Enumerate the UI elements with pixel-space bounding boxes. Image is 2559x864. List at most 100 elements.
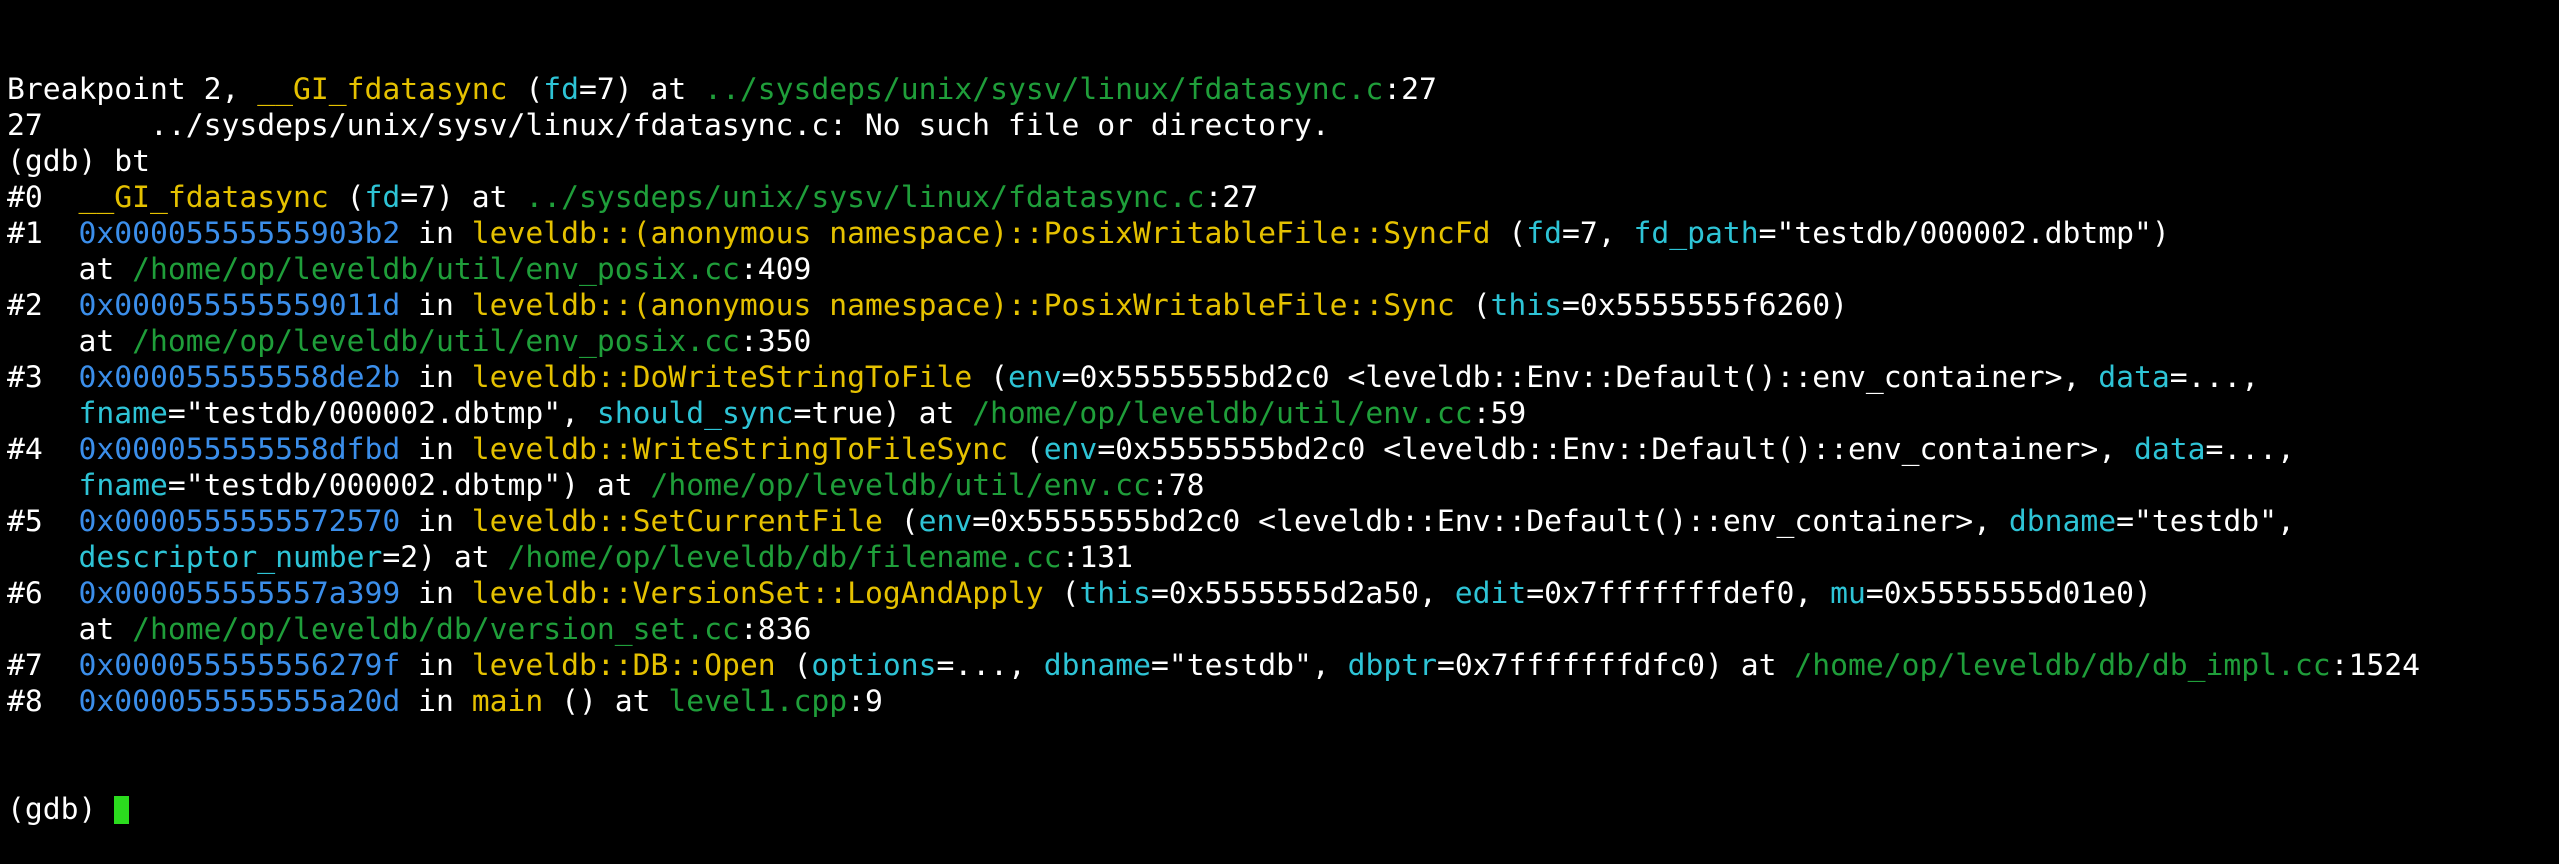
output-text: in <box>400 216 472 251</box>
output-text: ( <box>507 72 544 107</box>
output-text: at <box>7 324 133 359</box>
output-text: :1524 <box>2330 648 2420 683</box>
source-path: /home/op/leveldb/db/filename.cc <box>507 540 1062 575</box>
parameter-name: this <box>1079 576 1151 611</box>
parameter-name: fd <box>543 72 579 107</box>
source-path: ../sysdeps/unix/sysv/linux/fdatasync.c <box>525 180 1205 215</box>
source-path: /home/op/leveldb/util/env.cc <box>972 396 1473 431</box>
output-line: #3 0x000055555558de2b in leveldb::DoWrit… <box>7 360 2559 396</box>
prompt-line[interactable]: (gdb) <box>7 792 2559 828</box>
output-line: #8 0x000055555555a20d in main () at leve… <box>7 684 2559 720</box>
frame-address: 0x000055555559011d <box>78 288 401 323</box>
output-line: #1 0x00005555555903b2 in leveldb::(anony… <box>7 216 2559 252</box>
output-text: =7) at <box>400 180 526 215</box>
output-text: #7 <box>7 648 79 683</box>
output-text: =0x5555555bd2c0 <leveldb::Env::Default()… <box>1097 432 2134 467</box>
output-line: fname="testdb/000002.dbtmp") at /home/op… <box>7 468 2559 504</box>
output-text: in <box>400 684 472 719</box>
parameter-name: dbptr <box>1347 648 1437 683</box>
output-text: ( <box>1007 432 1044 467</box>
output-text: =0x5555555d2a50, <box>1150 576 1455 611</box>
function-name: __GI_fdatasync <box>78 180 329 215</box>
output-line: #2 0x000055555559011d in leveldb::(anony… <box>7 288 2559 324</box>
output-text: #3 <box>7 360 79 395</box>
output-text: at <box>7 612 133 647</box>
output-text: =0x5555555f6260) <box>1562 288 1849 323</box>
output-text: in <box>400 648 472 683</box>
parameter-name: this <box>1490 288 1563 323</box>
parameter-name: fname <box>78 468 168 503</box>
function-name: __GI_fdatasync <box>257 72 508 107</box>
output-text: :409 <box>739 252 812 287</box>
output-text: =true) at <box>793 396 973 431</box>
output-text: :9 <box>847 684 883 719</box>
function-name: leveldb::(anonymous namespace)::PosixWri… <box>471 288 1455 323</box>
output-text: in <box>400 432 472 467</box>
output-line: (gdb) bt <box>7 144 2559 180</box>
output-text: :350 <box>739 324 812 359</box>
output-text: #4 <box>7 432 79 467</box>
output-text: in <box>400 576 472 611</box>
output-text: :59 <box>1472 396 1527 431</box>
function-name: main <box>471 684 544 719</box>
function-name: leveldb::(anonymous namespace)::PosixWri… <box>471 216 1491 251</box>
output-text: :78 <box>1150 468 1205 503</box>
output-text: =7) at <box>578 72 705 107</box>
output-text: (gdb) bt <box>7 144 150 179</box>
output-text: ="testdb/000002.dbtmp") at <box>167 468 651 503</box>
parameter-name: env <box>1007 360 1062 395</box>
parameter-name: data <box>2098 360 2170 395</box>
output-line: Breakpoint 2, __GI_fdatasync (fd=7) at .… <box>7 72 2559 108</box>
output-text: =..., <box>2205 432 2295 467</box>
output-line: at /home/op/leveldb/util/env_posix.cc:40… <box>7 252 2559 288</box>
output-text: at <box>7 252 133 287</box>
terminal-window[interactable]: Breakpoint 2, __GI_fdatasync (fd=7) at .… <box>0 0 2559 827</box>
terminal-output: Breakpoint 2, __GI_fdatasync (fd=7) at .… <box>7 72 2559 720</box>
output-text: Breakpoint 2, <box>7 72 258 107</box>
source-path: /home/op/leveldb/util/env_posix.cc <box>132 252 740 287</box>
frame-address: 0x000055555558de2b <box>78 360 401 395</box>
function-name: leveldb::SetCurrentFile <box>471 504 883 539</box>
output-text: #8 <box>7 684 79 719</box>
output-text: ( <box>1490 216 1527 251</box>
output-text: =0x5555555bd2c0 <leveldb::Env::Default()… <box>1061 360 2099 395</box>
parameter-name: fd <box>364 180 401 215</box>
parameter-name: options <box>811 648 937 683</box>
output-text: ( <box>1043 576 1080 611</box>
output-text: ="testdb", <box>2116 504 2295 539</box>
output-text: :836 <box>739 612 812 647</box>
parameter-name: fd <box>1526 216 1563 251</box>
output-text: #6 <box>7 576 79 611</box>
source-path: ../sysdeps/unix/sysv/linux/fdatasync.c <box>704 72 1384 107</box>
output-line: fname="testdb/000002.dbtmp", should_sync… <box>7 396 2559 432</box>
text-cursor <box>114 796 130 824</box>
output-text: ( <box>775 648 812 683</box>
output-line: 27 ../sysdeps/unix/sysv/linux/fdatasync.… <box>7 108 2559 144</box>
source-path: level1.cpp <box>668 684 848 719</box>
output-text: :27 <box>1204 180 1259 215</box>
output-text: :27 <box>1383 72 1437 107</box>
function-name: leveldb::VersionSet::LogAndApply <box>471 576 1044 611</box>
frame-address: 0x000055555557a399 <box>78 576 401 611</box>
source-path: /home/op/leveldb/util/env_posix.cc <box>132 324 740 359</box>
output-text: ( <box>328 180 365 215</box>
output-line: #6 0x000055555557a399 in leveldb::Versio… <box>7 576 2559 612</box>
output-text: =2) at <box>382 540 508 575</box>
parameter-name: env <box>918 504 973 539</box>
output-text: ( <box>972 360 1008 395</box>
output-text: =..., <box>936 648 1044 683</box>
output-text: ="testdb/000002.dbtmp") <box>1758 216 2170 251</box>
output-line: at /home/op/leveldb/db/version_set.cc:83… <box>7 612 2559 648</box>
parameter-name: data <box>2133 432 2206 467</box>
output-text: ( <box>1454 288 1491 323</box>
output-text: #2 <box>7 288 79 323</box>
frame-address: 0x000055555555a20d <box>78 684 401 719</box>
output-text: ="testdb", <box>1150 648 1348 683</box>
frame-address: 0x000055555556279f <box>78 648 401 683</box>
output-text: =0x5555555bd2c0 <leveldb::Env::Default()… <box>972 504 2009 539</box>
output-text: #5 <box>7 504 79 539</box>
function-name: leveldb::DB::Open <box>471 648 776 683</box>
parameter-name: mu <box>1830 576 1866 611</box>
